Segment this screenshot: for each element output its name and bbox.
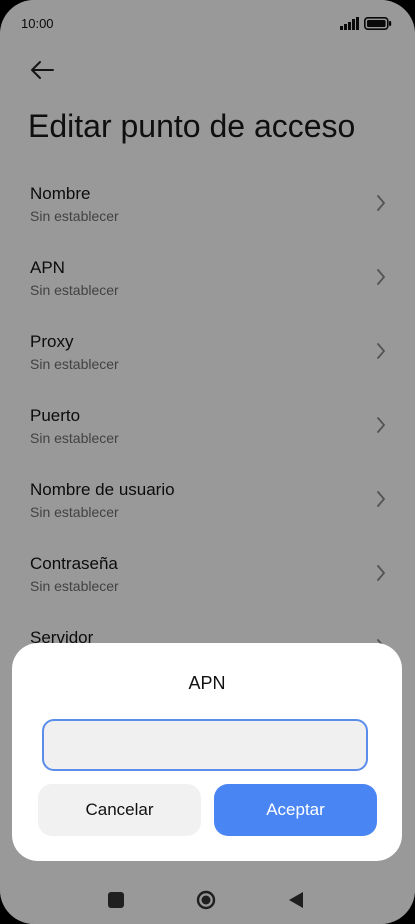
nav-back-button[interactable]: [288, 891, 304, 909]
apn-dialog: APN Cancelar Aceptar: [12, 643, 402, 861]
accept-button[interactable]: Aceptar: [214, 784, 377, 836]
navigation-bar: [0, 870, 415, 924]
home-button[interactable]: [196, 890, 216, 910]
recents-button[interactable]: [108, 892, 124, 908]
apn-input[interactable]: [42, 719, 368, 771]
dialog-title: APN: [188, 673, 226, 693]
phone-frame: 10:00 Editar punto de acceso Nombre Sin …: [0, 0, 415, 924]
cancel-button[interactable]: Cancelar: [38, 784, 201, 836]
screen: 10:00 Editar punto de acceso Nombre Sin …: [0, 0, 415, 924]
